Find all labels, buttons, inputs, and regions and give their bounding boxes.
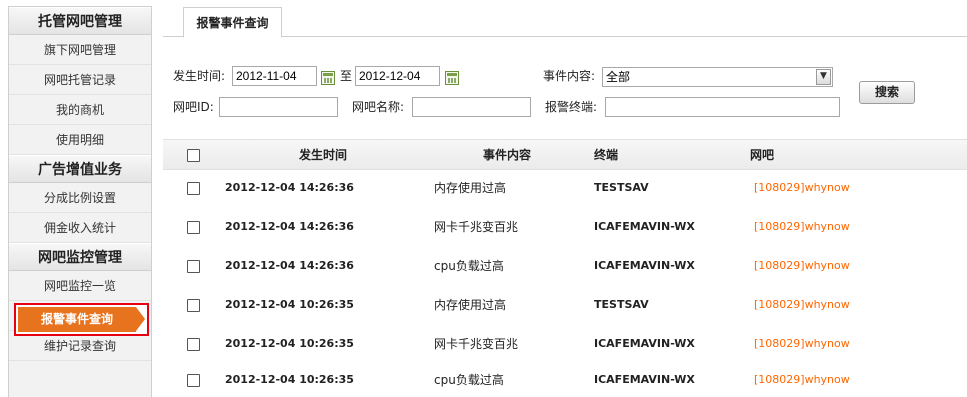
row-event: 内存使用过高 [434, 298, 507, 312]
row-event: cpu负载过高 [434, 259, 504, 273]
row-checkbox[interactable] [187, 260, 200, 273]
sidebar-item-hosting-records[interactable]: 网吧托管记录 [9, 65, 151, 95]
sidebar-item-label: 报警事件查询 [18, 307, 136, 332]
row-time: 2012-12-04 10:26:35 [225, 373, 354, 386]
netbar-name-input[interactable] [412, 97, 531, 117]
sidebar: 托管网吧管理 旗下网吧管理 网吧托管记录 我的商机 使用明细 广告增值业务 分成… [8, 6, 152, 397]
row-time: 2012-12-04 10:26:35 [225, 298, 354, 311]
row-netbar-link[interactable]: [108029]whynow [754, 295, 850, 315]
table-header: 发生时间 事件内容 终端 网吧 [163, 139, 967, 170]
row-netbar-link[interactable]: [108029]whynow [754, 178, 850, 198]
table-row: 2012-12-04 14:26:36 网卡千兆变百兆 ICAFEMAVIN-W… [163, 217, 967, 256]
row-event: 网卡千兆变百兆 [434, 337, 519, 351]
sidebar-item-share-ratio[interactable]: 分成比例设置 [9, 183, 151, 213]
row-netbar-link[interactable]: [108029]whynow [754, 256, 850, 276]
row-netbar-link[interactable]: [108029]whynow [754, 370, 850, 390]
netbar-id-label: 网吧ID: [173, 100, 214, 114]
row-netbar-link[interactable]: [108029]whynow [754, 217, 850, 237]
row-checkbox[interactable] [187, 374, 200, 387]
row-checkbox[interactable] [187, 338, 200, 351]
select-all-checkbox[interactable] [187, 149, 200, 162]
row-checkbox[interactable] [187, 221, 200, 234]
tab-alarm-query[interactable]: 报警事件查询 [183, 7, 282, 38]
netbar-id-input[interactable] [219, 97, 338, 117]
sidebar-section-title: 托管网吧管理 [9, 7, 151, 35]
chevron-down-icon: ▼ [816, 69, 831, 85]
netbar-name-label: 网吧名称: [352, 100, 405, 114]
row-time: 2012-12-04 14:26:36 [225, 259, 354, 272]
row-checkbox[interactable] [187, 182, 200, 195]
table-row: 2012-12-04 10:26:35 cpu负载过高 ICAFEMAVIN-W… [163, 370, 967, 397]
event-selected-value: 全部 [606, 70, 631, 84]
column-header-time: 发生时间 [299, 148, 348, 162]
table-row: 2012-12-04 14:26:36 cpu负载过高 ICAFEMAVIN-W… [163, 256, 967, 295]
row-terminal: TESTSAV [594, 298, 649, 311]
terminal-label: 报警终端: [545, 100, 598, 114]
event-label: 事件内容: [543, 69, 596, 83]
row-time: 2012-12-04 14:26:36 [225, 220, 354, 233]
calendar-icon[interactable] [445, 71, 459, 85]
sidebar-item-alarm-query[interactable]: 报警事件查询 [9, 301, 151, 336]
column-header-netbar: 网吧 [750, 148, 775, 162]
event-select[interactable]: 全部 ▼ [602, 67, 833, 87]
time-label: 发生时间: [173, 69, 226, 83]
column-header-event: 事件内容 [483, 148, 532, 162]
sidebar-section-title: 网吧监控管理 [9, 243, 151, 271]
search-button[interactable]: 搜索 [859, 81, 915, 104]
sidebar-item-my-opportunities[interactable]: 我的商机 [9, 95, 151, 125]
calendar-icon[interactable] [321, 71, 335, 85]
row-terminal: TESTSAV [594, 181, 649, 194]
table-row: 2012-12-04 10:26:35 网卡千兆变百兆 ICAFEMAVIN-W… [163, 334, 967, 373]
row-event: 网卡千兆变百兆 [434, 220, 519, 234]
to-label: 至 [340, 69, 353, 83]
row-event: cpu负载过高 [434, 373, 504, 387]
tab-bar: 报警事件查询 [163, 6, 967, 38]
column-header-terminal: 终端 [594, 148, 619, 162]
sidebar-item-monitor-overview[interactable]: 网吧监控一览 [9, 271, 151, 301]
row-checkbox[interactable] [187, 299, 200, 312]
active-highlight: 报警事件查询 [14, 303, 149, 336]
row-terminal: ICAFEMAVIN-WX [594, 337, 695, 350]
row-terminal: ICAFEMAVIN-WX [594, 373, 695, 386]
start-date-input[interactable] [232, 66, 317, 86]
row-netbar-link[interactable]: [108029]whynow [754, 334, 850, 354]
row-terminal: ICAFEMAVIN-WX [594, 259, 695, 272]
active-arrow-icon [136, 307, 145, 331]
sidebar-item-commission-stats[interactable]: 佣金收入统计 [9, 213, 151, 243]
terminal-input[interactable] [605, 97, 840, 117]
row-event: 内存使用过高 [434, 181, 507, 195]
table-row: 2012-12-04 14:26:36 内存使用过高 TESTSAV [1080… [163, 178, 967, 217]
sidebar-item-netbar-manage[interactable]: 旗下网吧管理 [9, 35, 151, 65]
row-terminal: ICAFEMAVIN-WX [594, 220, 695, 233]
row-time: 2012-12-04 10:26:35 [225, 337, 354, 350]
sidebar-section-title: 广告增值业务 [9, 155, 151, 183]
end-date-input[interactable] [355, 66, 440, 86]
main-content: 报警事件查询 发生时间: 至 事件内容: 全部 ▼ 搜索 网吧ID: 网吧名称:… [163, 6, 967, 397]
row-time: 2012-12-04 14:26:36 [225, 181, 354, 194]
table-row: 2012-12-04 10:26:35 内存使用过高 TESTSAV [1080… [163, 295, 967, 334]
sidebar-item-usage-details[interactable]: 使用明细 [9, 125, 151, 155]
